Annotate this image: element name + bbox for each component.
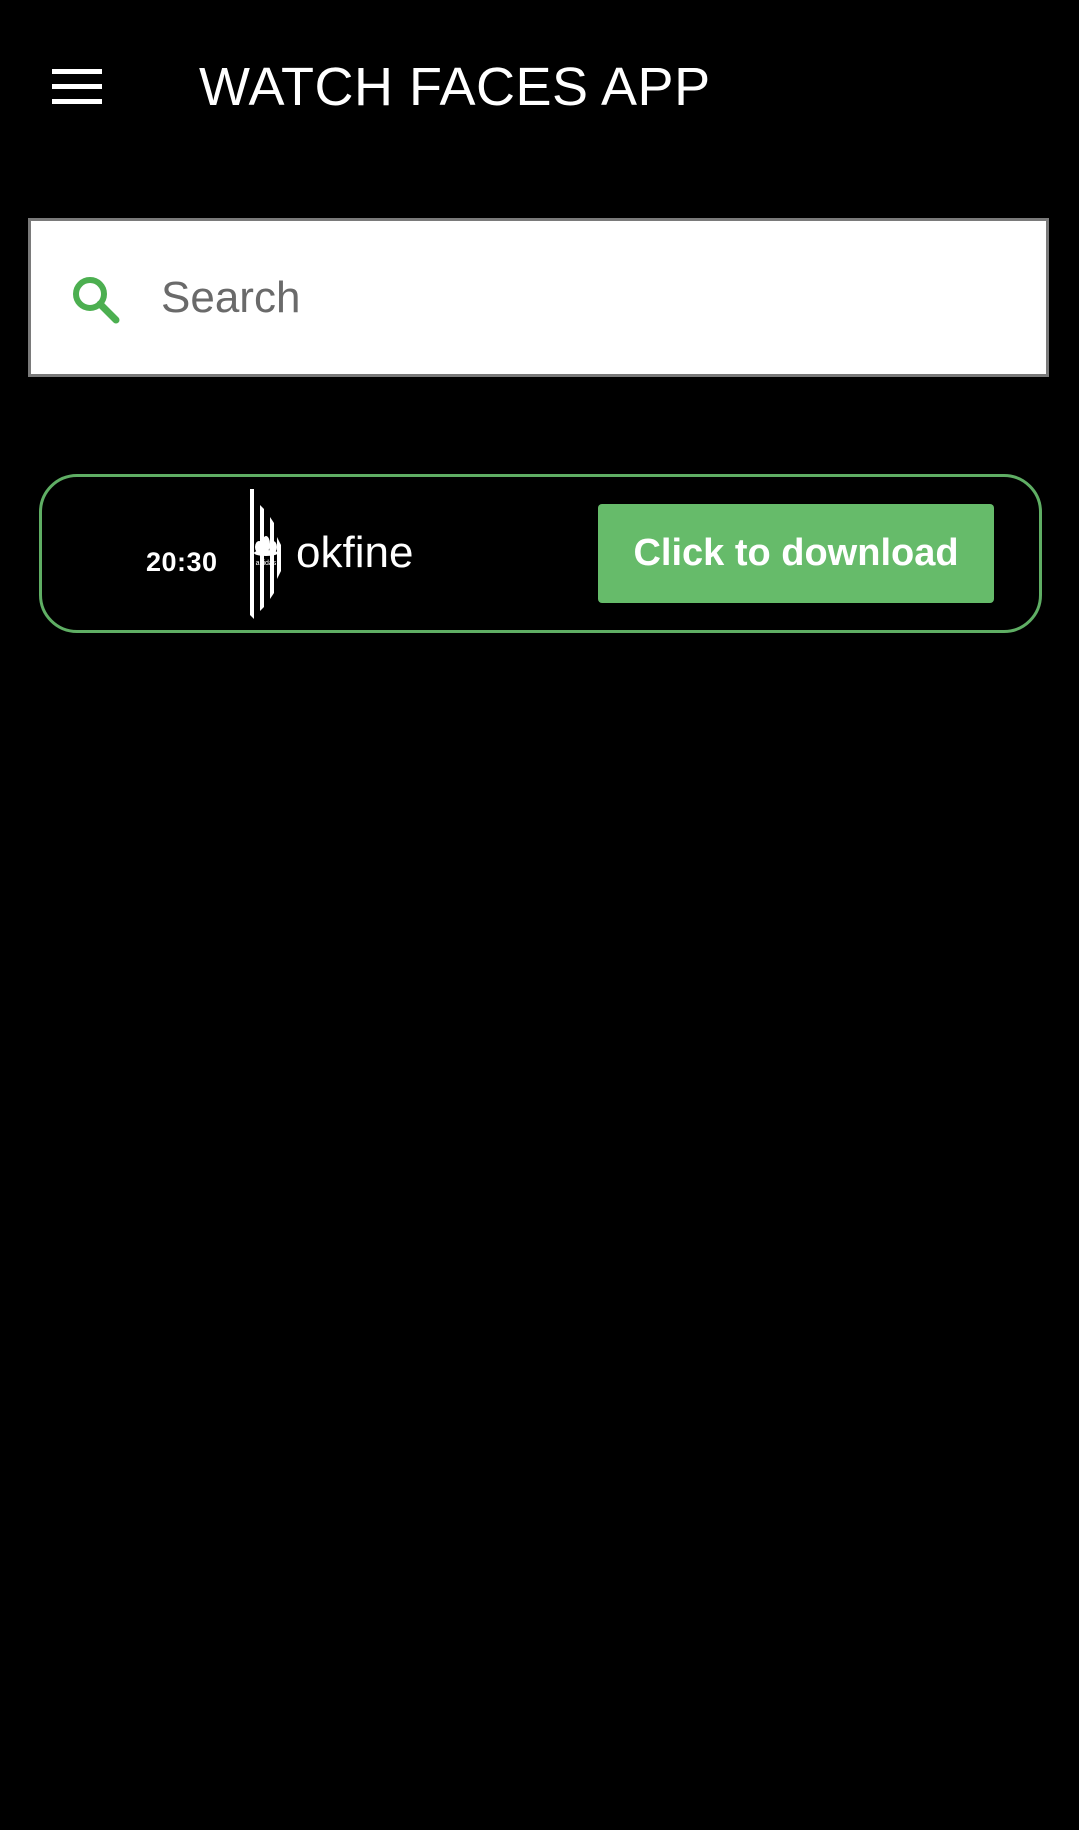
thumbnail-brand: adidas	[256, 560, 277, 567]
menu-bar	[52, 99, 102, 104]
watch-face-thumbnail[interactable]: 20:30 adidas	[104, 487, 284, 621]
search-input[interactable]	[161, 251, 1021, 345]
page-title: WATCH FACES APP	[199, 57, 711, 117]
download-button[interactable]: Click to download	[598, 504, 994, 603]
thumbnail-time: 20:30	[146, 547, 218, 577]
app-screen: WATCH FACES APP 20:30	[0, 0, 1079, 1830]
search-icon[interactable]	[69, 273, 123, 327]
hamburger-menu-icon[interactable]	[36, 50, 116, 124]
menu-bar	[52, 84, 102, 89]
search-bar[interactable]	[28, 218, 1049, 377]
app-header: WATCH FACES APP	[0, 0, 1079, 175]
menu-bar	[52, 69, 102, 74]
adidas-logo-icon: adidas	[250, 489, 281, 619]
watch-face-name: okfine	[296, 528, 414, 577]
watch-face-card[interactable]: 20:30 adidas okfine Click to download	[39, 474, 1042, 633]
